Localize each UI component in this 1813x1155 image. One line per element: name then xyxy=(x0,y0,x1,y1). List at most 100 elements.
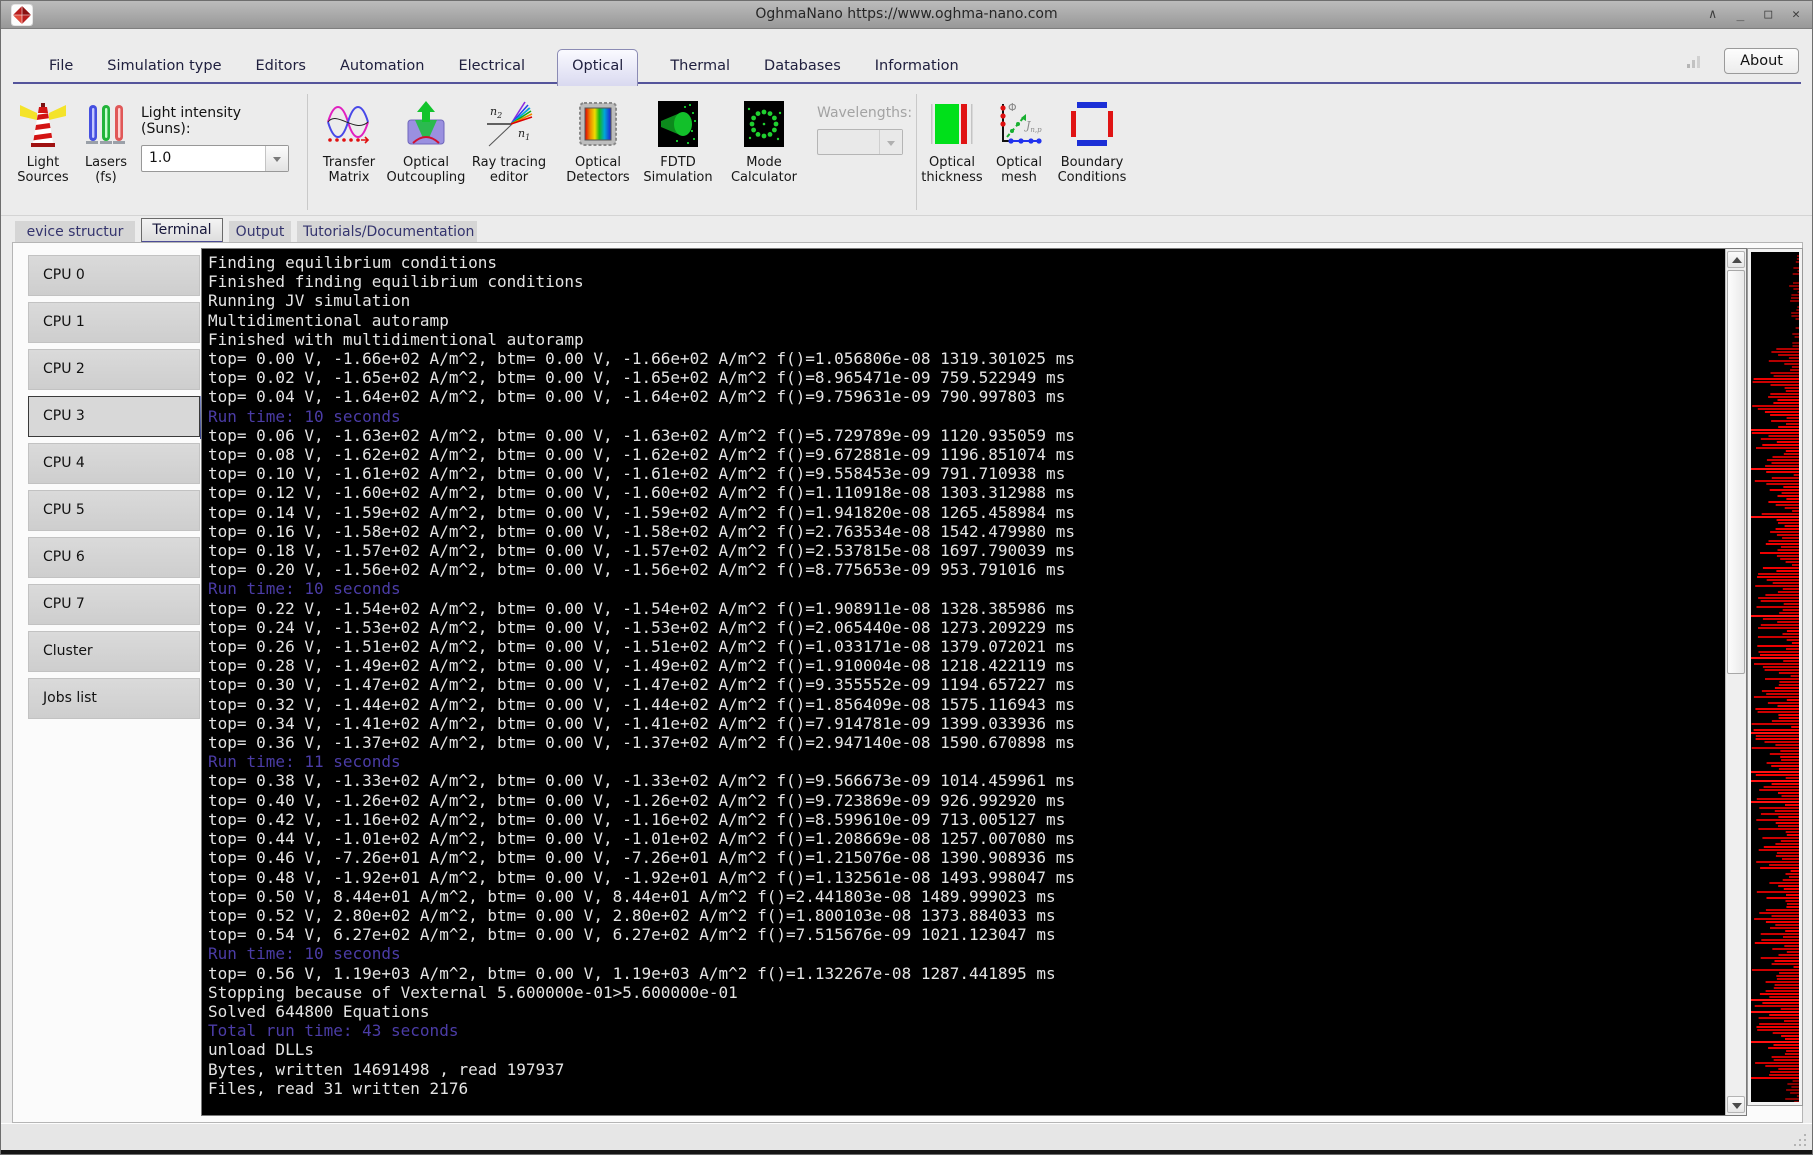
tab-evice-structur[interactable]: evice structur xyxy=(15,221,135,243)
terminal-line: top= 0.26 V, -1.51e+02 A/m^2, btm= 0.00 … xyxy=(208,637,1725,656)
sidebar-item-cpu-7[interactable]: CPU 7 xyxy=(28,584,200,625)
terminal-line: Run time: 10 seconds xyxy=(208,944,1725,963)
terminal-line: top= 0.50 V, 8.44e+01 A/m^2, btm= 0.00 V… xyxy=(208,887,1725,906)
window-bottom-edge xyxy=(1,1150,1812,1155)
boundary-conditions-icon xyxy=(1068,100,1116,148)
terminal-line: top= 0.36 V, -1.37e+02 A/m^2, btm= 0.00 … xyxy=(208,733,1725,752)
shade-button[interactable]: ∧ xyxy=(1709,7,1717,23)
terminal-line: top= 0.18 V, -1.57e+02 A/m^2, btm= 0.00 … xyxy=(208,541,1725,560)
menu-tab-automation[interactable]: Automation xyxy=(338,52,426,84)
triangle-down-icon xyxy=(1732,1103,1742,1109)
combo-dropdown-button xyxy=(879,130,902,154)
terminal-line: top= 0.22 V, -1.54e+02 A/m^2, btm= 0.00 … xyxy=(208,599,1725,618)
sidebar-item-cpu-6[interactable]: CPU 6 xyxy=(28,537,200,578)
terminal-scrollbar[interactable] xyxy=(1725,249,1746,1115)
terminal-line: top= 0.04 V, -1.64e+02 A/m^2, btm= 0.00 … xyxy=(208,387,1725,406)
svg-text:Φ: Φ xyxy=(1008,101,1017,114)
laser-beams-icon xyxy=(82,100,130,148)
terminal-line: top= 0.54 V, 6.27e+02 A/m^2, btm= 0.00 V… xyxy=(208,925,1725,944)
svg-text:n2: n2 xyxy=(490,105,502,120)
tab-tutorials-documentation[interactable]: Tutorials/Documentation xyxy=(297,221,477,243)
close-button[interactable]: ✕ xyxy=(1792,7,1800,23)
menu-tab-editors[interactable]: Editors xyxy=(254,52,308,84)
terminal-line: top= 0.28 V, -1.49e+02 A/m^2, btm= 0.00 … xyxy=(208,656,1725,675)
about-button[interactable]: About xyxy=(1724,48,1799,74)
mode-calculator-icon xyxy=(740,100,788,148)
optical-detectors-button[interactable]: Optical Detectors xyxy=(556,100,640,185)
scroll-thumb[interactable] xyxy=(1727,270,1745,674)
terminal-line: top= 0.46 V, -7.26e+01 A/m^2, btm= 0.00 … xyxy=(208,848,1725,867)
terminal: Finding equilibrium conditionsFinished f… xyxy=(202,249,1725,1115)
terminal-line: top= 0.52 V, 2.80e+02 A/m^2, btm= 0.00 V… xyxy=(208,906,1725,925)
mode-calculator-button[interactable]: Mode Calculator xyxy=(722,100,806,185)
menu-tab-information[interactable]: Information xyxy=(873,52,961,84)
scroll-up-button[interactable] xyxy=(1727,251,1745,268)
activity-bars xyxy=(1751,252,1799,1102)
tab-terminal[interactable]: Terminal xyxy=(141,218,223,244)
ray-tracing-editor-button[interactable]: n2 n1 Ray tracing editor xyxy=(467,100,551,185)
terminal-line: top= 0.48 V, -1.92e+01 A/m^2, btm= 0.00 … xyxy=(208,868,1725,887)
fdtd-icon xyxy=(654,100,702,148)
sidebar-item-cpu-3[interactable]: CPU 3 xyxy=(28,396,200,437)
sidebar-item-cpu-4[interactable]: CPU 4 xyxy=(28,443,200,484)
terminal-line: Finished finding equilibrium conditions xyxy=(208,272,1725,291)
sine-waves-icon xyxy=(325,100,373,148)
sidebar-item-cpu-0[interactable]: CPU 0 xyxy=(28,255,200,296)
fdtd-simulation-button[interactable]: FDTD Simulation xyxy=(636,100,720,185)
scroll-down-button[interactable] xyxy=(1727,1096,1745,1113)
sidebar-item-cpu-2[interactable]: CPU 2 xyxy=(28,349,200,390)
mode-calculator-label: Mode Calculator xyxy=(731,155,797,185)
terminal-frame: Finding equilibrium conditionsFinished f… xyxy=(201,248,1747,1116)
terminal-line: top= 0.00 V, -1.66e+02 A/m^2, btm= 0.00 … xyxy=(208,349,1725,368)
optical-mesh-icon: Φ Jn,p xyxy=(995,100,1043,148)
cpu-activity-panel xyxy=(1747,248,1803,1106)
terminal-line: top= 0.42 V, -1.16e+02 A/m^2, btm= 0.00 … xyxy=(208,810,1725,829)
transfer-matrix-button[interactable]: Transfer Matrix xyxy=(307,100,391,185)
sidebar-item-cpu-5[interactable]: CPU 5 xyxy=(28,490,200,531)
terminal-line: Finding equilibrium conditions xyxy=(208,253,1725,272)
lighthouse-icon xyxy=(19,100,67,148)
window-title: OghmaNano https://www.oghma-nano.com xyxy=(1,6,1812,22)
boundary-conditions-label: Boundary Conditions xyxy=(1058,155,1127,185)
optical-outcoupling-button[interactable]: Optical Outcoupling xyxy=(384,100,468,185)
boundary-conditions-button[interactable]: Boundary Conditions xyxy=(1050,100,1134,185)
ribbon-toolbar: Light Sources Lasers (fs) Light intensit… xyxy=(1,84,1812,216)
terminal-line: Solved 644800 Equations xyxy=(208,1002,1725,1021)
maximize-button[interactable]: □ xyxy=(1764,7,1772,23)
terminal-line: Files, read 31 written 2176 xyxy=(208,1079,1725,1098)
combo-dropdown-button[interactable] xyxy=(265,146,288,171)
terminal-line: Run time: 10 seconds xyxy=(208,407,1725,426)
optical-thickness-icon xyxy=(928,100,976,148)
terminal-line: top= 0.40 V, -1.26e+02 A/m^2, btm= 0.00 … xyxy=(208,791,1725,810)
optical-thickness-label: Optical thickness xyxy=(921,155,982,185)
tab-output[interactable]: Output xyxy=(229,221,291,243)
wavelengths-field: Wavelengths: xyxy=(817,105,912,155)
optical-mesh-button[interactable]: Φ Jn,p Optical mesh xyxy=(977,100,1061,185)
lasers-button[interactable]: Lasers (fs) xyxy=(64,100,148,185)
menu-tab-file[interactable]: File xyxy=(47,52,75,84)
terminal-line: Stopping because of Vexternal 5.600000e-… xyxy=(208,983,1725,1002)
wavelengths-combobox xyxy=(817,129,903,155)
window-titlebar: OghmaNano https://www.oghma-nano.com ∧ _… xyxy=(1,1,1812,29)
minimize-button[interactable]: _ xyxy=(1737,7,1745,23)
menu-tab-simulation-type[interactable]: Simulation type xyxy=(105,52,223,84)
menu-tab-thermal[interactable]: Thermal xyxy=(668,52,732,84)
menu-tab-databases[interactable]: Databases xyxy=(762,52,843,84)
terminal-line: Bytes, written 14691498 , read 197937 xyxy=(208,1060,1725,1079)
optical-outcoupling-label: Optical Outcoupling xyxy=(387,155,466,185)
menu-tab-optical[interactable]: Optical xyxy=(557,49,638,86)
terminal-line: top= 0.02 V, -1.65e+02 A/m^2, btm= 0.00 … xyxy=(208,368,1725,387)
menu-tab-electrical[interactable]: Electrical xyxy=(456,52,527,84)
optical-detectors-label: Optical Detectors xyxy=(566,155,629,185)
light-intensity-combobox[interactable]: 1.0 xyxy=(141,145,289,172)
sidebar-item-cpu-1[interactable]: CPU 1 xyxy=(28,302,200,343)
terminal-line: top= 0.08 V, -1.62e+02 A/m^2, btm= 0.00 … xyxy=(208,445,1725,464)
terminal-line: top= 0.20 V, -1.56e+02 A/m^2, btm= 0.00 … xyxy=(208,560,1725,579)
resize-grip[interactable] xyxy=(1792,1132,1806,1146)
terminal-line: top= 0.38 V, -1.33e+02 A/m^2, btm= 0.00 … xyxy=(208,771,1725,790)
sidebar-item-cluster[interactable]: Cluster xyxy=(28,631,200,672)
sidebar-item-jobs-list[interactable]: Jobs list xyxy=(28,678,200,719)
light-intensity-value[interactable]: 1.0 xyxy=(149,150,171,166)
menubar: File Simulation type Editors Automation Elec… xyxy=(1,29,1812,84)
status-bar xyxy=(1,1123,1812,1150)
